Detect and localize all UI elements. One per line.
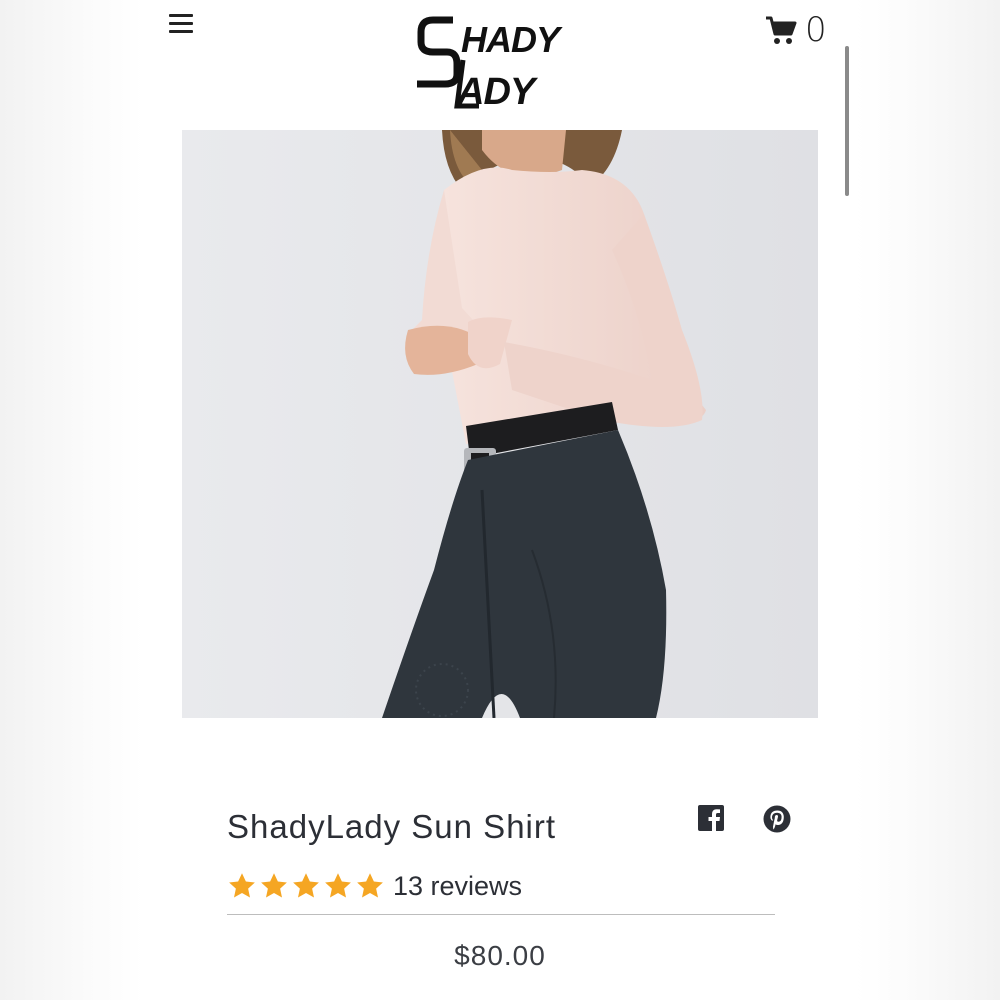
cart-button[interactable]: 0	[765, 10, 835, 50]
facebook-share-button[interactable]	[698, 805, 726, 833]
product-price: $80.00	[454, 940, 546, 971]
cart-count: 0	[805, 10, 827, 50]
hamburger-icon[interactable]	[169, 14, 193, 36]
mobile-page: HADY ADY 0 ShadyLady Sun Shirt 13 review…	[145, 0, 855, 1000]
star-icon	[229, 873, 255, 898]
brand-logo[interactable]: HADY ADY	[417, 12, 587, 113]
left-backdrop	[0, 0, 145, 1000]
product-image[interactable]	[182, 130, 818, 718]
pinterest-share-button[interactable]	[763, 805, 791, 833]
star-icon	[357, 873, 383, 898]
product-photo	[182, 130, 818, 718]
pinterest-icon	[763, 805, 791, 833]
product-title: ShadyLady Sun Shirt	[227, 808, 557, 845]
star-icon	[293, 873, 319, 898]
divider	[227, 914, 775, 915]
shady-lady-logo-graphic: HADY ADY	[417, 16, 564, 113]
rating-stars	[227, 871, 385, 901]
scrollbar[interactable]	[845, 46, 849, 196]
star-icon	[261, 873, 287, 898]
facebook-icon	[698, 805, 724, 831]
svg-text:HADY: HADY	[461, 19, 563, 60]
right-backdrop	[855, 0, 1000, 1000]
shopping-cart-icon	[766, 16, 797, 44]
rating-summary[interactable]: 13 reviews	[227, 868, 522, 904]
reviews-count: 13 reviews	[393, 870, 523, 901]
star-icon	[325, 873, 351, 898]
